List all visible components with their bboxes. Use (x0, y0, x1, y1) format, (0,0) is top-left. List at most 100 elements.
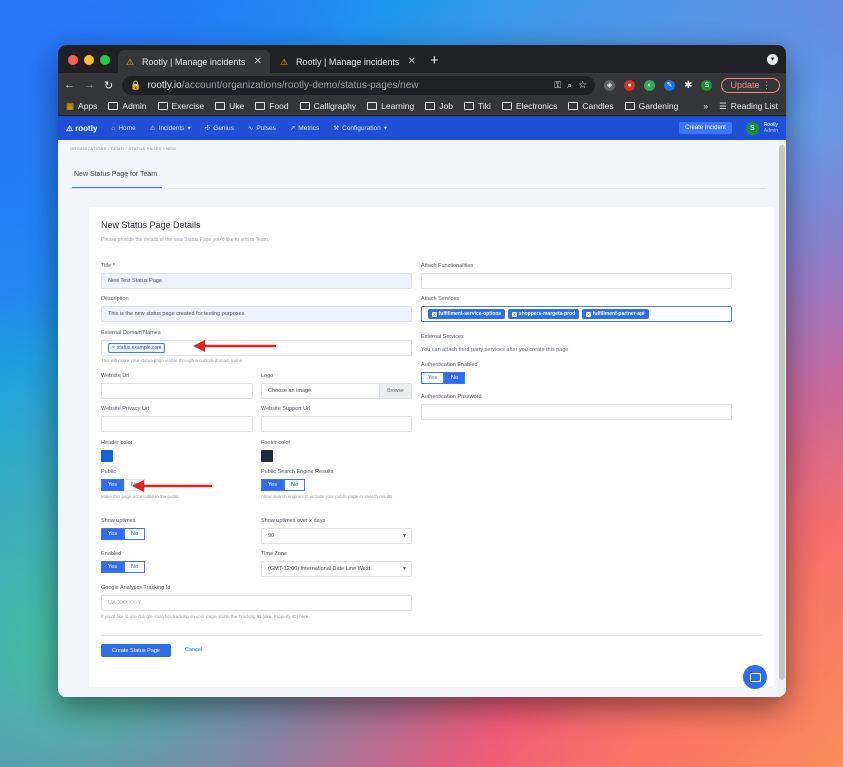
enabled-toggle[interactable]: Yes No (101, 561, 146, 573)
folder-icon (215, 102, 226, 110)
service-chip-label: fulfillment-partner-api (592, 311, 645, 317)
bookmark-candles[interactable]: Candles (568, 101, 614, 111)
header-color-label: Header color (101, 440, 133, 446)
title-input[interactable]: New Test Status Page (101, 273, 412, 289)
address-bar[interactable]: 🔒 rootly.io/account/organizations/rootly… (122, 75, 596, 95)
ga-input[interactable]: UA-XXXXX-Y (101, 595, 412, 611)
services-input[interactable]: × fulfillment-service-options × shoppers-m… (421, 306, 732, 322)
service-chip[interactable]: × fulfillment-service-options (428, 309, 506, 319)
support-url-input[interactable] (261, 416, 412, 432)
remove-chip-icon[interactable]: × (512, 311, 517, 317)
nav-incidents[interactable]: ⚠ Incidents ▾ (150, 124, 191, 133)
uptimes-yes[interactable]: Yes (101, 528, 124, 540)
service-chip[interactable]: × fulfillment-partner-api (582, 309, 649, 319)
create-incident-button[interactable]: Create Incident (679, 122, 732, 134)
search-no[interactable]: No (283, 479, 306, 491)
extension-shield-icon[interactable]: ◈ (604, 79, 616, 91)
new-tab-icon[interactable]: + (430, 52, 439, 69)
privacy-url-input[interactable] (101, 416, 253, 432)
uptimes-no[interactable]: No (123, 528, 146, 540)
cancel-button[interactable]: Cancel (185, 647, 202, 653)
nav-home[interactable]: ⌂ Home (111, 125, 135, 132)
extensions-puzzle-icon[interactable]: ✱ (684, 80, 692, 91)
logo-file-input[interactable]: Choose an image Browse (261, 383, 412, 399)
close-tab-icon[interactable]: ✕ (254, 56, 262, 67)
minimize-window-button[interactable] (84, 55, 94, 65)
close-window-button[interactable] (68, 55, 78, 65)
rootly-favicon-icon: ⚠ (126, 56, 135, 67)
nav-pulses[interactable]: ∿ Pulses (247, 124, 276, 133)
tab-rootly-active[interactable]: ⚠ Rootly | Manage incidents direc ✕ (118, 50, 270, 73)
bookmark-tiki[interactable]: Tiki (463, 101, 491, 111)
bookmark-apps[interactable]: ▦ Apps (66, 101, 97, 112)
nav-genius[interactable]: ✣ Genius (205, 124, 234, 133)
bookmark-admin[interactable]: Admin (108, 101, 147, 111)
nav-configuration[interactable]: ⚒ Configuration ▾ (333, 124, 387, 133)
auth-yes[interactable]: Yes (421, 372, 444, 384)
external-services-label: External Services (421, 334, 464, 340)
remove-chip-icon[interactable]: × (112, 345, 115, 351)
functionalities-input[interactable] (421, 273, 732, 289)
close-tab-icon[interactable]: ✕ (408, 56, 416, 67)
remove-chip-icon[interactable]: × (586, 311, 591, 317)
extension-green-icon[interactable]: ◐ (644, 79, 656, 91)
public-yes[interactable]: Yes (101, 479, 124, 491)
uptime-days-select[interactable]: 90 ▼ (261, 528, 412, 544)
bookmark-uke[interactable]: Uke (215, 101, 244, 111)
create-status-page-button[interactable]: Create Status Page (101, 644, 171, 657)
auth-no[interactable]: No (443, 372, 466, 384)
reload-icon[interactable]: ↻ (104, 79, 113, 92)
extension-red-icon[interactable]: ● (624, 79, 636, 91)
auth-password-input[interactable] (421, 404, 732, 420)
browse-button[interactable]: Browse (379, 384, 411, 398)
chat-launcher-button[interactable] (743, 665, 767, 689)
lock-icon: 🔒 (130, 79, 142, 90)
profile-avatar[interactable]: S (701, 79, 713, 91)
zoom-icon[interactable]: ⌕ (567, 80, 572, 91)
bookmark-exercise[interactable]: Exercise (157, 101, 205, 111)
maximize-window-button[interactable] (100, 55, 110, 65)
rootly-logo[interactable]: ⚠ rootly (66, 124, 97, 133)
extension-blue-icon[interactable]: ✎ (664, 79, 676, 91)
service-chip[interactable]: × shoppers-margeta-prod (508, 309, 580, 319)
back-icon[interactable]: ← (64, 79, 75, 91)
window-controls (68, 55, 110, 65)
search-yes[interactable]: Yes (261, 479, 284, 491)
tab-search-icon[interactable]: ▾ (767, 54, 778, 65)
tab-strip: ⚠ Rootly | Manage incidents direc ✕ ⚠ Ro… (58, 45, 786, 73)
update-button[interactable]: Update ⋮ (721, 77, 780, 93)
scrollbar-thumb[interactable] (779, 145, 785, 680)
bookmark-food[interactable]: Food (255, 101, 289, 111)
forward-icon[interactable]: → (84, 79, 95, 91)
enabled-yes[interactable]: Yes (101, 561, 124, 573)
bookmark-gardening[interactable]: Gardening (624, 101, 678, 111)
header-color-swatch[interactable] (101, 450, 113, 462)
nav-metrics[interactable]: ↗ Metrics (290, 124, 319, 133)
bookmark-label: Uke (229, 101, 245, 111)
uptimes-toggle[interactable]: Yes No (101, 528, 146, 540)
footer-color-swatch[interactable] (261, 450, 273, 462)
more-bookmarks-icon[interactable]: » (703, 101, 708, 111)
bookmark-electronics[interactable]: Electronics (501, 101, 557, 111)
tab-rootly-inactive[interactable]: ⚠ Rootly | Manage incidents direc ✕ (272, 50, 424, 73)
bookmark-star-icon[interactable]: ☆ (578, 80, 587, 91)
user-menu[interactable]: S Rootly Admin (745, 121, 778, 135)
pulse-icon: ∿ (247, 125, 254, 132)
remove-chip-icon[interactable]: × (432, 311, 437, 317)
timezone-select[interactable]: (GMT-12:00) International Date Line West… (261, 561, 412, 577)
reading-list[interactable]: ☰ Reading List (719, 101, 778, 112)
domain-chip[interactable]: × status.example.com (108, 343, 166, 353)
domain-chip-label: status.example.com (116, 345, 162, 351)
bookmark-label: Exercise (171, 101, 205, 111)
enabled-no[interactable]: No (123, 561, 146, 573)
bookmark-calligraphy[interactable]: Calligraphy (299, 101, 356, 111)
folder-icon (255, 102, 266, 110)
bookmark-learning[interactable]: Learning (367, 101, 414, 111)
bookmark-job[interactable]: Job (425, 101, 453, 111)
auth-enabled-toggle[interactable]: Yes No (421, 372, 466, 384)
key-icon[interactable]: ⚿ (554, 80, 561, 91)
website-url-input[interactable] (101, 383, 253, 399)
description-input[interactable]: This is the new status page created for … (101, 306, 412, 322)
form-divider (101, 635, 762, 636)
search-engine-toggle[interactable]: Yes No (261, 479, 306, 491)
